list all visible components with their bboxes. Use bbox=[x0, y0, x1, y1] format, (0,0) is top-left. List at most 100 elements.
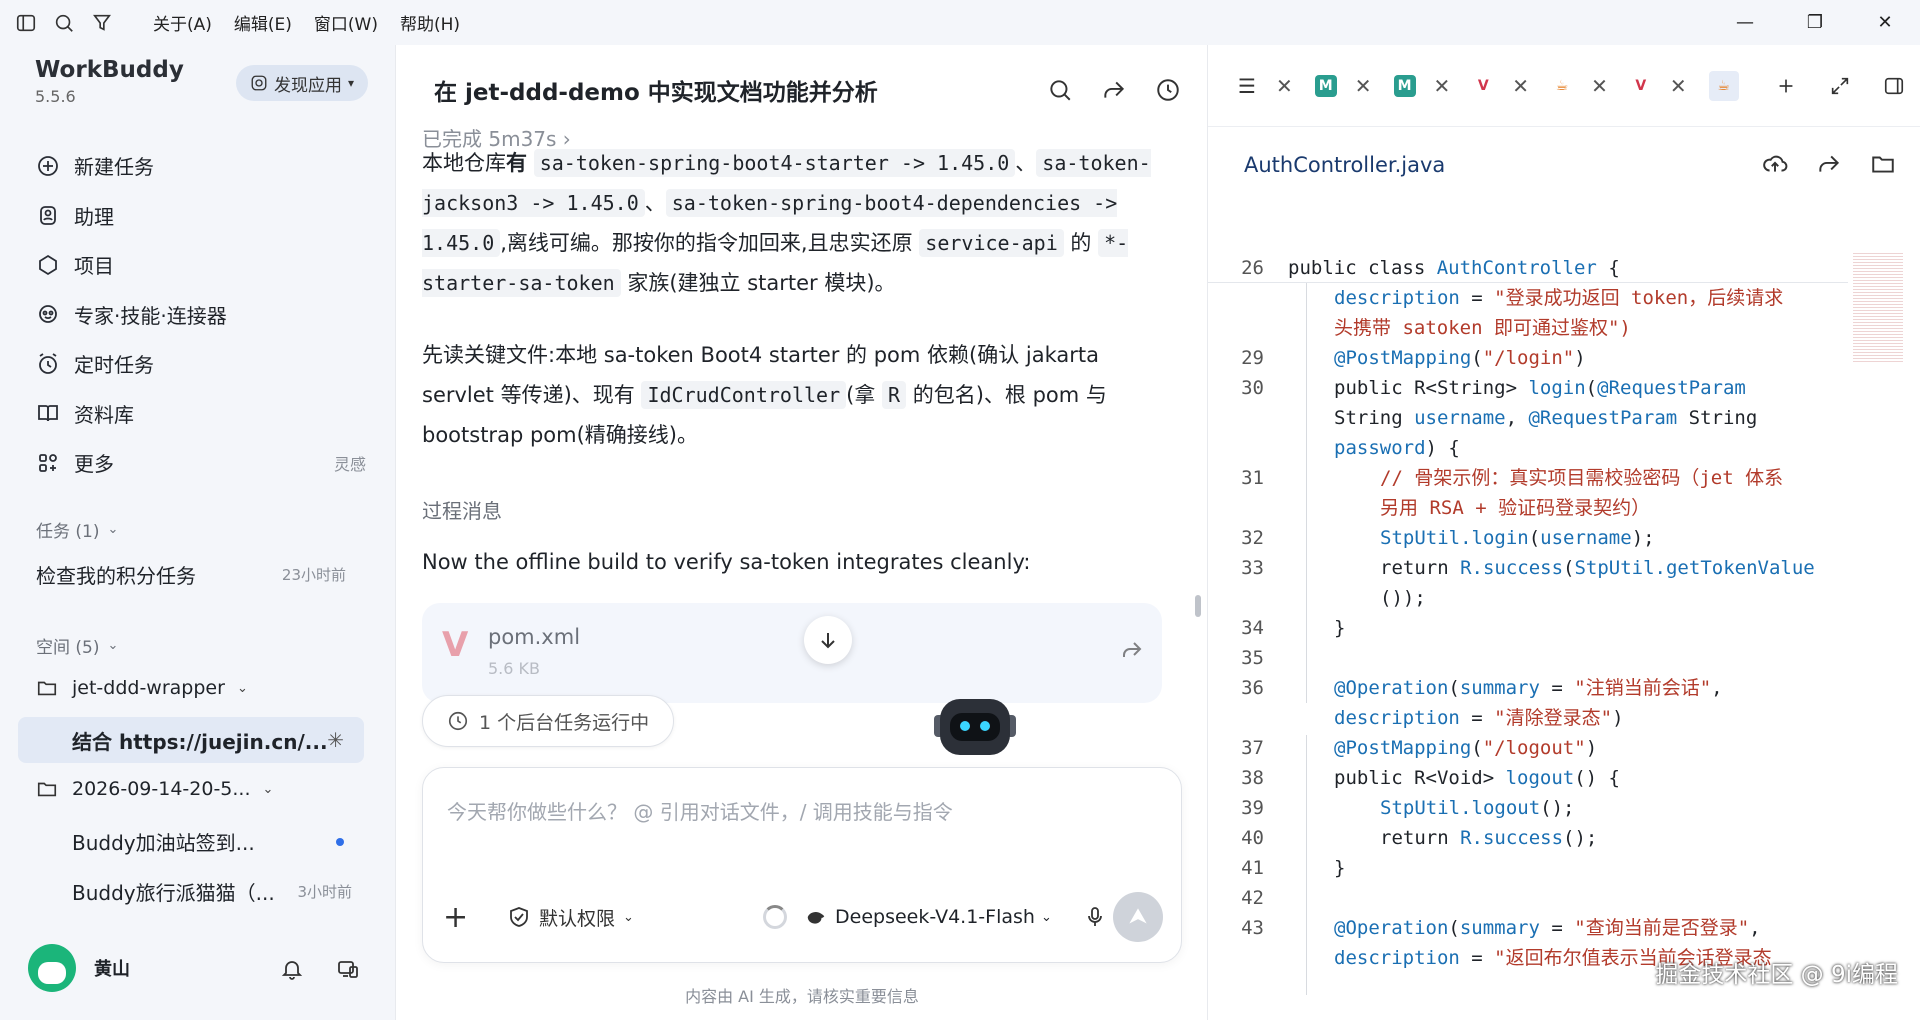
chat-input-placeholder[interactable]: 今天帮你做些什么？ @ 引用对话文件，/ 调用技能与指令 bbox=[447, 796, 953, 825]
list-item[interactable]: Buddy旅行派猫猫（... 3小时前 bbox=[72, 877, 352, 906]
filter-icon[interactable] bbox=[86, 7, 118, 39]
outline-tab[interactable]: ☰ ✕ bbox=[1236, 74, 1293, 98]
code-line[interactable]: 头携带 satoken 即可通过鉴权") bbox=[1208, 313, 1848, 343]
user-profile[interactable]: 黄山 bbox=[28, 944, 130, 992]
code-line[interactable]: 32 StpUtil.login(username); bbox=[1208, 523, 1848, 553]
code-token: StpUtil.login bbox=[1380, 527, 1529, 549]
vim-file-icon: V bbox=[442, 625, 469, 665]
process-messages-toggle[interactable]: 过程消息 bbox=[422, 495, 502, 524]
menu-about[interactable]: 关于(A) bbox=[142, 4, 223, 41]
file-attachment-card[interactable]: V pom.xml 5.6 KB bbox=[422, 603, 1162, 703]
close-icon[interactable]: ✕ bbox=[1276, 74, 1293, 98]
restore-icon[interactable]: ❐ bbox=[1780, 0, 1850, 45]
sidebar-item-label: 更多 bbox=[74, 452, 114, 477]
list-item[interactable]: Buddy加油站签到... bbox=[72, 827, 352, 856]
chat-scrollbar[interactable] bbox=[1195, 595, 1201, 617]
code-token: (); bbox=[1540, 797, 1575, 819]
code-line[interactable]: 42 bbox=[1208, 883, 1848, 913]
share-icon[interactable] bbox=[1097, 73, 1131, 107]
inspiration-link[interactable]: 灵感 bbox=[334, 451, 366, 475]
devices-icon[interactable] bbox=[334, 955, 362, 983]
code-text: @PostMapping("/logout") bbox=[1334, 733, 1597, 763]
code-line[interactable]: 31 // 骨架示例：真实项目需校验密码（jet 体系 bbox=[1208, 463, 1848, 493]
code-token: = bbox=[1539, 677, 1575, 699]
code-line[interactable]: 38 public R<Void> logout() { bbox=[1208, 763, 1848, 793]
search-icon[interactable] bbox=[48, 7, 80, 39]
editor-tab-markdown-2[interactable]: M ✕ bbox=[1393, 74, 1451, 98]
panel-toggle-icon[interactable] bbox=[1867, 75, 1920, 97]
code-line[interactable]: 40 return R.success(); bbox=[1208, 823, 1848, 853]
spaces-section-label[interactable]: 空间 (5) ⌄ bbox=[36, 633, 118, 658]
project-icon bbox=[39, 254, 57, 275]
expand-icon[interactable] bbox=[1813, 75, 1867, 97]
close-icon[interactable]: ✕ bbox=[1355, 74, 1372, 98]
menu-edit[interactable]: 编辑(E) bbox=[223, 4, 303, 41]
code-line[interactable]: description = "登录成功返回 token，后续请求 bbox=[1208, 283, 1848, 313]
editor-tab-java-1[interactable]: ☕ ✕ bbox=[1551, 74, 1608, 98]
discover-apps-button[interactable]: 发现应用 ▾ bbox=[236, 65, 369, 101]
scroll-down-button[interactable] bbox=[804, 616, 852, 664]
close-icon[interactable]: ✕ bbox=[1434, 74, 1451, 98]
sidebar-item-assistant[interactable]: 助理 bbox=[26, 191, 366, 241]
code-line[interactable]: description = "清除登录态") bbox=[1208, 703, 1848, 733]
code-line[interactable]: String username, @RequestParam String bbox=[1208, 403, 1848, 433]
editor-tab-java-active[interactable]: ☕ bbox=[1708, 70, 1739, 101]
add-attachment-button[interactable]: + bbox=[443, 900, 479, 935]
upload-cloud-icon[interactable] bbox=[1762, 151, 1792, 181]
code-line[interactable]: password) { bbox=[1208, 433, 1848, 463]
sidebar-item-projects[interactable]: 项目 bbox=[26, 240, 366, 290]
chat-input-box[interactable]: 今天帮你做些什么？ @ 引用对话文件，/ 调用技能与指令 + 默认权限 ⌄ De… bbox=[422, 767, 1182, 963]
folder-date[interactable]: 2026-09-14-20-5... ⌄ bbox=[36, 778, 346, 800]
search-icon[interactable] bbox=[1043, 73, 1077, 107]
close-icon[interactable]: ✕ bbox=[1591, 74, 1608, 98]
code-line[interactable]: 29 @PostMapping("/login") bbox=[1208, 343, 1848, 373]
sidebar-item-library[interactable]: 资料库 bbox=[26, 389, 366, 439]
code-line[interactable]: 39 StpUtil.logout(); bbox=[1208, 793, 1848, 823]
code-line[interactable]: 41} bbox=[1208, 853, 1848, 883]
code-line[interactable]: ()); bbox=[1208, 583, 1848, 613]
chevron-down-icon: ⌄ bbox=[107, 638, 119, 653]
code-line[interactable]: 另用 RSA + 验证码登录契约） bbox=[1208, 493, 1848, 523]
background-task-pill[interactable]: 1 个后台任务运行中 bbox=[422, 695, 675, 747]
editor-tab-pom-2[interactable]: V ✕ bbox=[1630, 74, 1687, 98]
share-icon[interactable] bbox=[1816, 151, 1846, 181]
sidebar-item-more[interactable]: 更多 灵感 bbox=[26, 438, 366, 488]
history-icon[interactable] bbox=[1151, 73, 1185, 107]
close-icon[interactable]: ✕ bbox=[1850, 0, 1920, 45]
share-icon[interactable] bbox=[1120, 638, 1144, 666]
editor-tab-pom-1[interactable]: V ✕ bbox=[1472, 74, 1529, 98]
active-conversation[interactable]: 结合 https://juejin.cn/... ✳ bbox=[18, 717, 364, 763]
sidebar-item-new-task[interactable]: 新建任务 bbox=[26, 141, 366, 191]
model-selector[interactable]: Deepseek-V4.1-Flash ⌄ bbox=[805, 906, 1052, 928]
microphone-icon[interactable] bbox=[1083, 905, 1107, 929]
code-minimap[interactable] bbox=[1853, 253, 1903, 363]
new-tab-icon[interactable] bbox=[1759, 75, 1813, 97]
code-editor[interactable]: 26 public class AuthController {descripti… bbox=[1208, 253, 1848, 1005]
list-item-task[interactable]: 检查我的积分任务 23小时前 bbox=[36, 560, 346, 589]
code-line[interactable]: 33 return R.success(StpUtil.getTokenValue bbox=[1208, 553, 1848, 583]
code-line[interactable]: 37 @PostMapping("/logout") bbox=[1208, 733, 1848, 763]
sidebar-toggle-icon[interactable] bbox=[10, 7, 42, 39]
close-icon[interactable]: ✕ bbox=[1670, 74, 1687, 98]
app-version: 5.5.6 bbox=[35, 87, 76, 106]
sidebar-item-experts[interactable]: 专家·技能·连接器 bbox=[26, 290, 366, 340]
send-button[interactable] bbox=[1113, 892, 1163, 942]
menu-window[interactable]: 窗口(W) bbox=[303, 4, 389, 41]
menu-help[interactable]: 帮助(H) bbox=[389, 4, 471, 41]
close-icon[interactable]: ✕ bbox=[1512, 74, 1529, 98]
code-line[interactable]: 35 bbox=[1208, 643, 1848, 673]
code-line[interactable]: 34} bbox=[1208, 613, 1848, 643]
code-line[interactable]: 26 public class AuthController { bbox=[1208, 253, 1848, 283]
code-line[interactable]: 30 public R<String> login(@RequestParam bbox=[1208, 373, 1848, 403]
tasks-section-label[interactable]: 任务 (1) ⌄ bbox=[36, 517, 118, 542]
permission-dropdown[interactable]: 默认权限 ⌄ bbox=[507, 904, 634, 931]
folder-icon[interactable] bbox=[1870, 151, 1900, 181]
folder-jet-ddd-wrapper[interactable]: jet-ddd-wrapper ⌄ bbox=[36, 677, 346, 699]
minimize-icon[interactable]: — bbox=[1710, 0, 1780, 45]
code-line[interactable]: 43 @Operation(summary = "查询当前是否登录", bbox=[1208, 913, 1848, 943]
code-line[interactable]: 36 @Operation(summary = "注销当前会话", bbox=[1208, 673, 1848, 703]
bell-icon[interactable] bbox=[278, 955, 306, 983]
vim-file-icon: V bbox=[1477, 77, 1489, 94]
sidebar-item-scheduled[interactable]: 定时任务 bbox=[26, 339, 366, 389]
editor-tab-markdown-1[interactable]: M ✕ bbox=[1314, 74, 1372, 98]
